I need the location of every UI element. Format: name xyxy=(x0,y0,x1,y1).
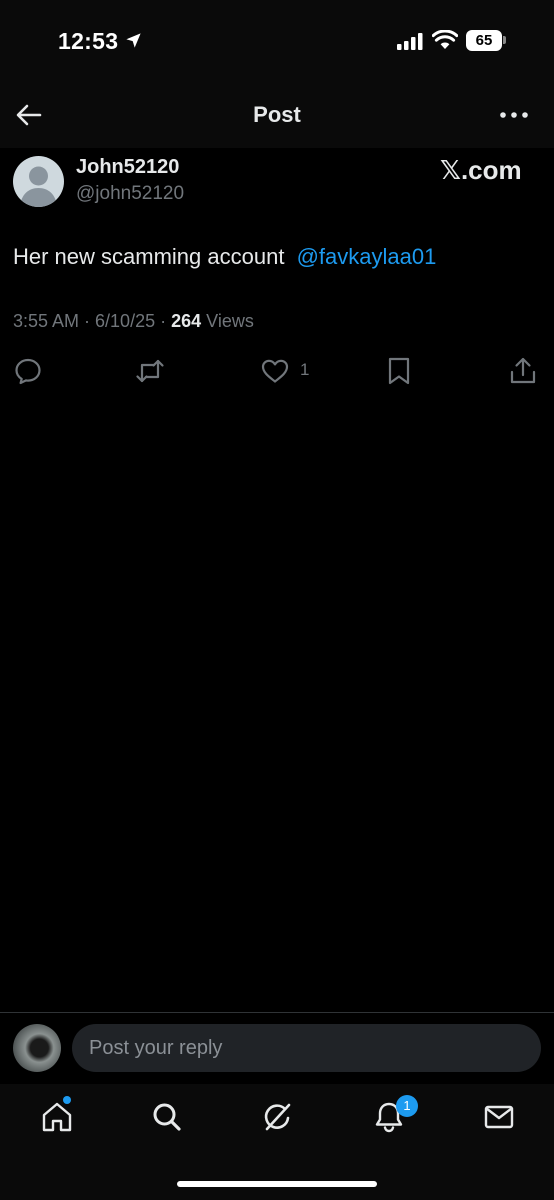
grok-icon[interactable] xyxy=(261,1100,295,1134)
like-count[interactable]: 1 xyxy=(300,360,309,380)
views-label: Views xyxy=(201,311,254,331)
wifi-icon xyxy=(432,30,458,49)
location-arrow-icon xyxy=(126,33,141,48)
mention-link[interactable]: @favkaylaa01 xyxy=(297,244,437,269)
post-text: Her new scamming account @favkaylaa01 xyxy=(13,244,436,270)
post-timestamp: 3:55 AM · 6/10/25 · xyxy=(13,311,172,331)
signal-icon xyxy=(397,33,423,50)
status-time: 12:53 xyxy=(58,28,119,54)
post-meta: 3:55 AM · 6/10/25 · 264 Views xyxy=(13,311,254,332)
x-com-watermark: 𝕏.com xyxy=(440,155,522,185)
author-name[interactable]: John52120 xyxy=(76,156,179,179)
default-avatar-icon xyxy=(20,166,57,207)
author-avatar[interactable] xyxy=(13,156,64,207)
page-title: Post xyxy=(253,102,301,127)
bookmark-icon[interactable] xyxy=(384,356,414,386)
notification-badge: 1 xyxy=(396,1095,418,1117)
home-icon[interactable] xyxy=(40,1100,74,1134)
messages-icon[interactable] xyxy=(482,1100,516,1134)
reply-input[interactable] xyxy=(72,1024,541,1072)
heart-icon[interactable] xyxy=(260,356,290,386)
more-horizontal-icon[interactable] xyxy=(498,100,530,130)
nav-header: Post xyxy=(0,80,554,148)
home-indicator[interactable] xyxy=(177,1181,377,1187)
reply-icon[interactable] xyxy=(13,356,43,386)
views-count[interactable]: 264 xyxy=(171,311,201,331)
battery-icon: 65 xyxy=(466,30,502,51)
author-handle[interactable]: @john52120 xyxy=(76,183,184,205)
search-icon[interactable] xyxy=(150,1100,184,1134)
reply-avatar xyxy=(13,1024,61,1072)
battery-level: 65 xyxy=(475,32,493,49)
post-body: Her new scamming account xyxy=(13,244,285,269)
share-icon[interactable] xyxy=(508,356,538,386)
home-unread-dot xyxy=(63,1096,71,1104)
repost-icon[interactable] xyxy=(135,356,165,386)
battery-tip xyxy=(503,36,506,44)
